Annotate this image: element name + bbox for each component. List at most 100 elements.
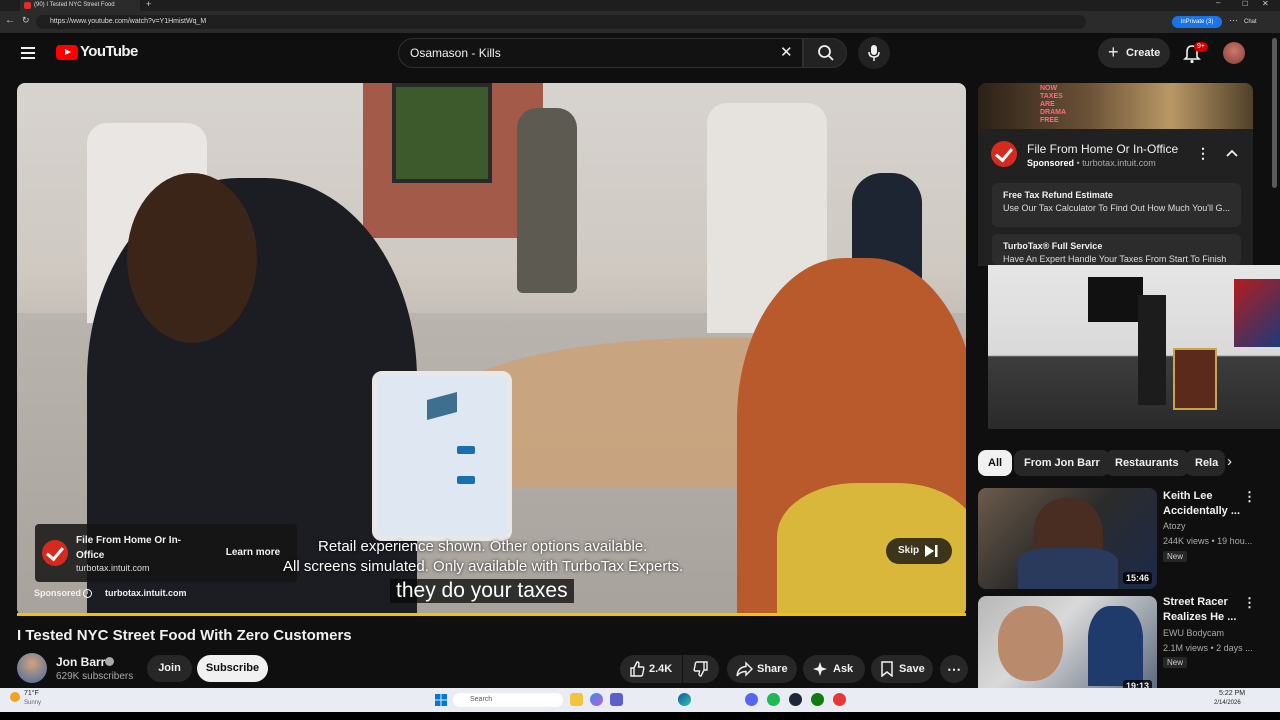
chat-label: Chat [1244, 19, 1257, 25]
youtube-logo-text[interactable]: YouTube [80, 43, 138, 60]
voice-search-button[interactable] [858, 37, 890, 69]
browser-tab[interactable]: (90) I Tested NYC Street Food [20, 0, 140, 11]
youtube-logo-icon[interactable] [56, 45, 78, 60]
pip-scene-tv [1088, 277, 1143, 322]
url-field[interactable]: https://www.youtube.com/watch?v=Y1HmistW… [36, 15, 1086, 29]
sidebar-ad-banner-image[interactable] [978, 83, 1253, 129]
banner-text: NOW TAXES ARE DRAMA FREE [1040, 85, 1066, 124]
channel-name[interactable]: Jon Barr [56, 655, 105, 669]
bookmark-icon [881, 661, 893, 677]
window-close-icon[interactable]: ✕ [1262, 0, 1269, 8]
sponsored-label: Sponsored [34, 588, 82, 598]
microphone-icon [868, 45, 880, 61]
more-actions-button[interactable]: ⋯ [940, 655, 968, 683]
windows-start-icon[interactable] [435, 694, 447, 706]
share-button[interactable]: Share [727, 655, 797, 683]
taskbar-search[interactable]: Search [453, 693, 563, 707]
info-icon[interactable]: i [83, 589, 92, 598]
ad-sitelink-desc: Use Our Tax Calculator To Find Out How M… [1003, 203, 1230, 213]
chevron-right-icon[interactable]: › [1227, 453, 1245, 473]
weather-sun-icon[interactable] [10, 692, 20, 702]
refresh-icon[interactable]: ↻ [22, 15, 30, 26]
join-button[interactable]: Join [147, 655, 192, 682]
window-minimize-icon[interactable]: – [1216, 0, 1220, 7]
scene-man-head [127, 173, 257, 343]
rec-menu-icon[interactable]: ⋮ [1243, 489, 1256, 505]
sidebar-ad-title[interactable]: File From Home Or In-Office [1027, 142, 1178, 156]
teams-icon[interactable] [610, 693, 623, 706]
sidebar-ad-domain: turbotax.intuit.com [1082, 158, 1156, 168]
dislike-button[interactable] [683, 655, 719, 683]
ask-label: Ask [833, 663, 854, 675]
sidebar-ad-sponsored: Sponsored • turbotax.intuit.com [1027, 158, 1156, 168]
search-input[interactable] [410, 44, 770, 62]
chip-all[interactable]: All [978, 450, 1013, 476]
like-button[interactable]: 2.4K [620, 655, 682, 683]
rec-menu-icon[interactable]: ⋮ [1243, 595, 1256, 611]
sidebar-ad-menu-icon[interactable]: ⋮ [1196, 145, 1210, 162]
skip-ad-button[interactable]: Skip [886, 538, 952, 564]
xbox-icon[interactable] [811, 693, 824, 706]
rec-views: 244K views • 19 hou... [1163, 536, 1253, 546]
channel-avatar[interactable] [17, 653, 47, 683]
url-text: https://www.youtube.com/watch?v=Y1HmistW… [50, 18, 207, 25]
account-avatar[interactable] [1223, 42, 1245, 64]
ad-sitelink[interactable]: TurboTax® Full Service Have An Expert Ha… [992, 234, 1241, 265]
learn-more-button[interactable]: Learn more [220, 543, 286, 563]
edge-icon[interactable] [678, 693, 691, 706]
rec-channel[interactable]: Atozy [1163, 521, 1186, 531]
picture-in-picture-video[interactable] [988, 265, 1280, 429]
sponsored-domain-link[interactable]: turbotax.intuit.com [105, 588, 187, 598]
more-menu-icon[interactable]: ⋯ [1229, 15, 1238, 26]
chip-restaurants[interactable]: Restaurants [1105, 450, 1189, 476]
caption-line-1: Retail experience shown. Other options a… [318, 538, 648, 555]
file-explorer-icon[interactable] [570, 693, 583, 706]
rec-title[interactable]: Street Racer Realizes He ... [1163, 595, 1243, 625]
back-icon[interactable]: ← [5, 15, 15, 26]
subscribe-button[interactable]: Subscribe [197, 655, 268, 682]
ad-progress-bar [17, 613, 966, 616]
create-button[interactable]: Create [1098, 37, 1170, 68]
discord-icon[interactable] [745, 693, 758, 706]
app-icon[interactable] [833, 693, 846, 706]
new-tab-icon[interactable]: + [146, 0, 151, 9]
rec-channel[interactable]: EWU Bodycam [1163, 628, 1224, 638]
rec-title[interactable]: Keith Lee Accidentally ... [1163, 489, 1243, 519]
ad-overlay-domain: turbotax.intuit.com [76, 563, 150, 573]
ask-button[interactable]: Ask [803, 655, 865, 683]
inprivate-badge[interactable]: InPrivate (3) [1172, 16, 1222, 28]
tab-title: (90) I Tested NYC Street Food [34, 2, 115, 8]
rec-views: 2.1M views • 2 days ... [1163, 643, 1253, 653]
turbotax-check-icon [42, 540, 68, 566]
ad-overlay-title[interactable]: File From Home Or In-Office [76, 533, 196, 563]
video-duration: 15:46 [1122, 572, 1152, 584]
ad-sitelink[interactable]: Free Tax Refund Estimate Use Our Tax Cal… [992, 183, 1241, 227]
weather-description: Sunny [24, 700, 42, 706]
page-scrollbar[interactable] [1272, 38, 1277, 188]
clear-search-icon[interactable]: ✕ [780, 43, 793, 61]
save-button[interactable]: Save [871, 655, 933, 683]
ad-sitelink-title: TurboTax® Full Service [1003, 241, 1103, 251]
scene-tablet [372, 371, 512, 541]
steam-icon[interactable] [789, 693, 802, 706]
window-maximize-icon[interactable]: ☐ [1242, 0, 1248, 8]
rec-thumbnail[interactable]: 15:46 [978, 488, 1157, 589]
video-duration: 19:13 [1122, 680, 1152, 688]
thumbs-up-icon [630, 661, 645, 677]
ad-sitelink-desc: Have An Expert Handle Your Taxes From St… [1003, 254, 1227, 264]
copilot-chat-button[interactable]: Chat [1244, 16, 1257, 28]
search-button[interactable] [803, 38, 847, 68]
chip-related[interactable]: Rela [1185, 450, 1225, 476]
spotify-icon[interactable] [767, 693, 780, 706]
menu-icon[interactable] [21, 44, 35, 62]
taskbar-search-placeholder: Search [470, 696, 493, 703]
taskbar-time[interactable]: 5:22 PM [1219, 690, 1245, 697]
taskbar-date[interactable]: 2/14/2026 [1214, 700, 1241, 706]
chevron-up-icon[interactable] [1225, 148, 1239, 158]
chip-from-channel[interactable]: From Jon Barr [1014, 450, 1110, 476]
copilot-icon[interactable] [590, 693, 603, 706]
ad-sitelink-title: Free Tax Refund Estimate [1003, 190, 1113, 200]
weather-temperature[interactable]: 71°F [24, 690, 39, 697]
rec-thumbnail[interactable]: 19:13 [978, 596, 1157, 688]
pip-scene-shelf [1138, 295, 1166, 405]
